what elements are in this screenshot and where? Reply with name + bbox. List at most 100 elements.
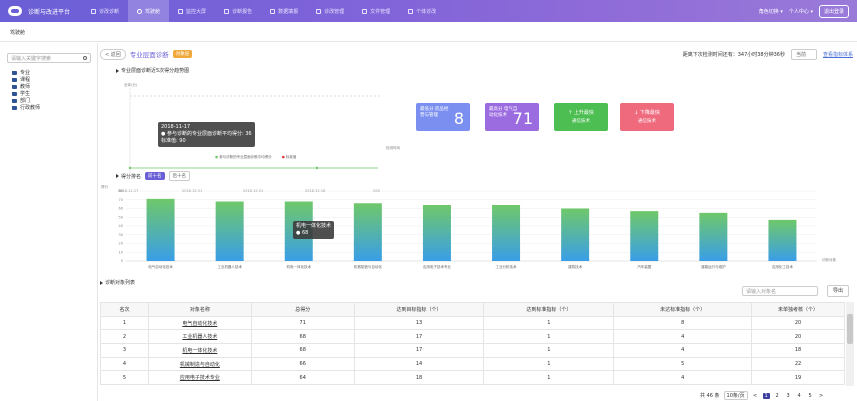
sidebar-search-placeholder: 请输入关键字搜索: [11, 55, 52, 62]
back-button[interactable]: < 返回: [100, 48, 126, 60]
tree-item-label: 学生: [20, 91, 31, 97]
tree-item-label: 行政教师: [20, 105, 41, 111]
table-row[interactable]: 4 机械制造与自动化 66 14 1 5 22: [100, 356, 845, 372]
table-row[interactable]: 1 电气自动化技术 71 13 1 8 20: [100, 315, 845, 331]
card-value: 8: [453, 109, 464, 128]
table-header-cell: 未达标准指标（个）: [613, 302, 753, 317]
page-number-button[interactable]: 1: [762, 392, 770, 399]
table-cell: 18: [353, 370, 485, 386]
nav-label: 数据填报: [278, 8, 299, 15]
bar-y-tick: 40: [119, 224, 123, 228]
object-name-link[interactable]: 机电一体化技术: [147, 343, 252, 358]
nav-item[interactable]: 诊改诊断: [82, 0, 128, 22]
page-number-button[interactable]: 3: [785, 393, 792, 399]
trend-point[interactable]: [128, 166, 132, 170]
table-scrollbar[interactable]: [846, 302, 854, 386]
logout-button[interactable]: 退出登录: [818, 4, 849, 18]
bar[interactable]: [215, 201, 244, 262]
table-cell: 20: [751, 329, 845, 345]
nav-item[interactable]: 诊改管理: [307, 0, 353, 22]
object-name-link[interactable]: 电气自动化技术: [147, 315, 252, 331]
table-row[interactable]: 3 机电一体化技术 68 17 1 4 18: [100, 343, 845, 358]
bar-y-tick: 30: [119, 233, 123, 237]
bar[interactable]: [630, 211, 659, 261]
tooltip-value: ● 68: [296, 230, 309, 236]
tree-item-label: 部门: [20, 98, 31, 104]
card-sub: 通信技术: [638, 119, 656, 124]
prev-page-button[interactable]: <: [752, 393, 759, 399]
nav-label: 个体诊改: [416, 8, 437, 15]
object-search-input[interactable]: 请输入对象名: [742, 286, 818, 296]
bar-x-label: 工业机器人技术: [217, 264, 242, 269]
bar[interactable]: [492, 205, 521, 261]
sidebar-tree-item[interactable]: 行政教师: [0, 104, 97, 111]
bar[interactable]: [422, 205, 451, 261]
nav-item[interactable]: 诊断报告: [215, 0, 261, 22]
bar[interactable]: [561, 208, 590, 262]
tree-item-label: 专业: [20, 70, 31, 76]
table-row[interactable]: 2 工业机器人技术 68 17 1 4 20: [100, 329, 845, 345]
nav-item[interactable]: 数据填报: [261, 0, 307, 22]
legend-label: 参与诊断的专业层面诊断平均得分: [219, 155, 272, 159]
rank-bar-chart: 01020304050607080 电气自动化技术 工业机器人技术 机电一体化技术机…: [119, 189, 817, 269]
section-marker-icon: [116, 174, 119, 178]
period-select[interactable]: 当前: [790, 48, 817, 60]
role-switch-button[interactable]: 角色切换 ▾: [759, 8, 783, 15]
sidebar-tree-item[interactable]: 课程: [0, 76, 97, 83]
rank-ylabel: 得分: [101, 185, 108, 189]
object-name-link[interactable]: 工业机器人技术: [147, 329, 252, 345]
table-row[interactable]: 5 应用电子技术专业 64 18 1 4 19: [100, 370, 845, 386]
page-number-button[interactable]: 2: [774, 393, 781, 399]
nav-item[interactable]: 监控大屏: [169, 0, 215, 22]
bar[interactable]: [768, 219, 797, 261]
nav-item[interactable]: 个体诊改: [399, 0, 445, 22]
level-badge: 对象层: [172, 50, 193, 58]
nav-label: 诊改诊断: [99, 8, 120, 15]
nav-icon: [270, 8, 276, 14]
lowest-score-card[interactable]: 最低分 药品经营与管理 8: [416, 103, 470, 131]
main-nav: 诊改诊断 驾驶舱 监控大屏 诊断报告 数据填报 诊改管理 文件管理 个体诊改: [82, 0, 445, 22]
bar[interactable]: [146, 198, 175, 261]
user-center-button[interactable]: 个人中心 ▾: [789, 8, 813, 15]
table-cell: 8: [613, 315, 753, 331]
trend-tooltip: 2018-11-17 ● 参与诊断的专业层面诊断平均得分: 36 标准值: 90: [158, 122, 255, 147]
nav-item[interactable]: 文件管理: [353, 0, 399, 22]
bottom-ten-tab[interactable]: 后十名: [168, 171, 191, 181]
legend-item[interactable]: ● 参与诊断的专业层面诊断平均得分: [215, 155, 272, 160]
bar-tooltip: 机电一体化技术 ● 68: [293, 221, 335, 239]
table-cell: 14: [353, 356, 485, 372]
sidebar: 请输入关键字搜索 专业 课程 教师 学生 部门 行政教师: [0, 43, 98, 401]
nav-label: 文件管理: [370, 8, 391, 15]
search-icon[interactable]: [83, 56, 87, 60]
fastest-rise-card[interactable]: ↑ 上升最快 通信技术: [554, 103, 608, 131]
object-name-link[interactable]: 机械制造与自动化: [147, 356, 252, 372]
fastest-drop-card[interactable]: ↓ 下降最快 通信技术: [620, 103, 674, 131]
top-ten-tab[interactable]: 前十名: [145, 172, 165, 180]
sidebar-tree-item[interactable]: 专业: [0, 69, 97, 76]
page-number-button[interactable]: 5: [807, 393, 814, 399]
bar-y-tick: 10: [119, 250, 123, 254]
bar-x-label: 道路运行与维护: [701, 264, 726, 269]
bar[interactable]: [699, 212, 728, 261]
export-button[interactable]: 导出: [827, 285, 849, 297]
next-page-button[interactable]: >: [818, 393, 825, 399]
page-size-select[interactable]: 10条/页: [723, 391, 748, 400]
legend-item[interactable]: ● 标准值: [282, 155, 297, 160]
object-name-link[interactable]: 应用电子技术专业: [147, 370, 252, 386]
bar[interactable]: [353, 203, 382, 261]
highest-score-card[interactable]: 最高分 电气自动化技术 71: [485, 103, 539, 131]
indicator-system-link[interactable]: 查看指标体系: [823, 51, 853, 58]
bar-y-tick: 80: [119, 189, 123, 193]
folder-icon: [12, 77, 17, 82]
trend-point[interactable]: [315, 166, 319, 170]
sidebar-search-input[interactable]: 请输入关键字搜索: [7, 53, 91, 63]
list-title-text: 诊断对象列表: [105, 280, 136, 286]
sidebar-tree-item[interactable]: 学生: [0, 90, 97, 97]
sidebar-tree-item[interactable]: 部门: [0, 97, 97, 104]
table-cell: 68: [250, 329, 355, 345]
sidebar-tree-item[interactable]: 教师: [0, 83, 97, 90]
page-number-button[interactable]: 4: [796, 393, 803, 399]
bar-x-label: 工业分析技术: [496, 264, 517, 269]
scrollbar-thumb[interactable]: [847, 314, 853, 344]
nav-item[interactable]: 驾驶舱: [128, 0, 170, 22]
